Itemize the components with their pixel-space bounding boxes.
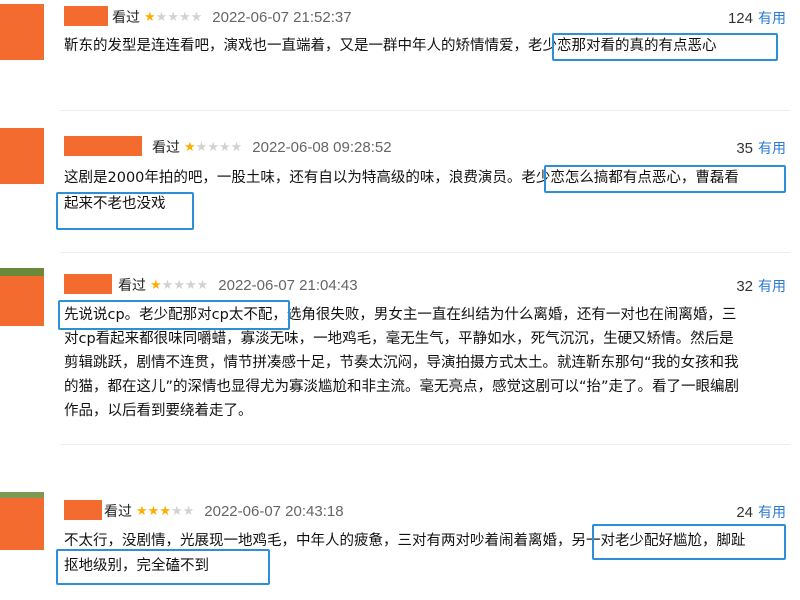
review-text-line: 的猫，都在这儿”的深情也显得尤为寡淡尴尬和非主流。毫无亮点，感觉这剧可以“抬”走… <box>64 379 740 395</box>
useful-vote[interactable]: 32 有用 <box>736 276 786 296</box>
useful-count: 124 <box>727 10 753 27</box>
status-label: 看过 <box>118 278 146 294</box>
review-text-line: 作品，以后看到要绕着走了。 <box>64 403 253 419</box>
useful-count: 35 <box>736 140 753 157</box>
rating-stars: ★ ★ ★ ★ ★ <box>150 279 208 292</box>
star-icon: ★ <box>155 9 168 25</box>
star-icon: ★ <box>167 9 179 25</box>
status-label: 看过 <box>112 10 140 26</box>
star-icon: ★ <box>184 139 196 155</box>
review-date: 2022-06-08 09:28:52 <box>252 138 392 156</box>
star-icon: ★ <box>190 9 203 25</box>
star-icon: ★ <box>173 277 185 293</box>
review-text-line: 对cp看起来都很味同嚼蜡，寡淡无味，一地鸡毛，毫无生气，平静如水，死气沉沉，生硬… <box>64 331 734 347</box>
star-icon: ★ <box>230 139 243 155</box>
review-meta: 看过 ★ ★ ★ ★ ★ 2022-06-08 09:28:52 <box>152 137 392 157</box>
username-redacted[interactable] <box>64 136 142 156</box>
review-text-line: 抠地级别，完全磕不到 <box>64 558 209 574</box>
review-text-line: 剪辑跳跃，剧情不连贯，情节拼凑感十足，节奏太沉闷，导演拍摄方式太土。就连靳东那句… <box>64 355 739 371</box>
rating-stars: ★ ★ ★ ★ ★ <box>184 141 242 154</box>
review-date: 2022-06-07 21:52:37 <box>212 8 352 26</box>
divider <box>60 252 790 253</box>
status-label: 看过 <box>152 140 180 156</box>
review-meta: 看过 ★ ★ ★ ★ ★ 2022-06-07 20:43:18 <box>104 501 344 521</box>
star-icon: ★ <box>182 503 195 519</box>
review-text-line: 先说说cp。老少配那对cp太不配，选角很失败，男女主一直在纠结为什么离婚，还有一… <box>64 307 737 323</box>
useful-vote[interactable]: 35 有用 <box>736 138 786 158</box>
star-icon: ★ <box>161 277 174 293</box>
review-text-line: 起来不老也没戏 <box>64 196 166 212</box>
review-date: 2022-06-07 20:43:18 <box>204 502 344 520</box>
star-icon: ★ <box>150 277 162 293</box>
useful-count: 24 <box>736 504 753 521</box>
review-text-line: 靳东的发型是连连看吧，演戏也一直端着，又是一群中年人的矫情情爱，老少恋那对看的真… <box>64 38 717 54</box>
star-icon: ★ <box>195 139 208 155</box>
avatar[interactable] <box>0 268 44 326</box>
divider <box>60 110 790 111</box>
useful-button[interactable]: 有用 <box>758 505 786 521</box>
star-icon: ★ <box>207 139 219 155</box>
review-text-line: 不太行，没剧情，光展现一地鸡毛，中年人的疲惫，三对有两对吵着闹着离婚，另一对老少… <box>64 533 746 549</box>
star-icon: ★ <box>170 503 183 519</box>
username-redacted[interactable] <box>64 274 112 294</box>
avatar[interactable] <box>0 492 44 550</box>
star-icon: ★ <box>196 277 209 293</box>
username-redacted[interactable] <box>64 500 102 520</box>
rating-stars: ★ ★ ★ ★ ★ <box>144 11 202 24</box>
useful-button[interactable]: 有用 <box>758 11 786 27</box>
review-date: 2022-06-07 21:04:43 <box>218 276 358 294</box>
star-icon: ★ <box>159 503 171 519</box>
star-icon: ★ <box>218 139 231 155</box>
useful-vote[interactable]: 24 有用 <box>736 502 786 522</box>
rating-stars: ★ ★ ★ ★ ★ <box>136 505 194 518</box>
username-redacted[interactable] <box>64 6 108 26</box>
useful-button[interactable]: 有用 <box>758 279 786 295</box>
useful-vote[interactable]: 124 有用 <box>728 8 786 28</box>
avatar[interactable] <box>0 128 44 184</box>
star-icon: ★ <box>184 277 197 293</box>
useful-count: 32 <box>736 278 753 295</box>
star-icon: ★ <box>178 9 191 25</box>
avatar[interactable] <box>0 4 44 60</box>
status-label: 看过 <box>104 504 132 520</box>
review-meta: 看过 ★ ★ ★ ★ ★ 2022-06-07 21:04:43 <box>118 275 358 295</box>
useful-button[interactable]: 有用 <box>758 141 786 157</box>
star-icon: ★ <box>147 503 160 519</box>
review-meta: 看过 ★ ★ ★ ★ ★ 2022-06-07 21:52:37 <box>112 7 352 27</box>
divider <box>60 444 790 445</box>
review-text-line: 这剧是2000年拍的吧，一股土味，还有自以为特高级的味，浪费演员。老少恋怎么搞都… <box>64 170 739 186</box>
star-icon: ★ <box>144 9 156 25</box>
star-icon: ★ <box>136 503 148 519</box>
